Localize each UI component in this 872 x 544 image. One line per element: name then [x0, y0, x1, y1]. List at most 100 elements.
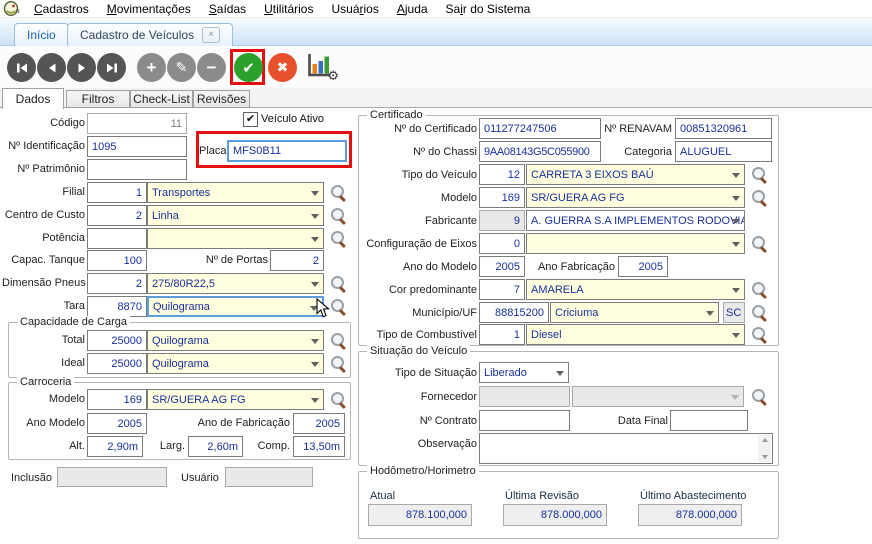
ano-fabricacao-field[interactable]: 2005 — [293, 413, 345, 434]
filial-combo[interactable]: Transportes — [147, 182, 324, 203]
municipio-search-icon[interactable] — [751, 304, 770, 323]
veiculo-ativo-checkbox[interactable]: ✔ — [243, 112, 258, 127]
chevron-down-icon[interactable] — [732, 196, 740, 201]
menu-movimentacoes[interactable]: Movimentações — [98, 1, 200, 17]
chevron-down-icon[interactable] — [311, 282, 319, 287]
ideal-combo[interactable]: Quilograma — [147, 353, 324, 374]
cor-code-field[interactable]: 7 — [479, 279, 525, 300]
menu-cadastros[interactable]: Cadastros — [25, 1, 98, 17]
menu-saidas[interactable]: Saídas — [200, 1, 255, 17]
chevron-down-icon[interactable] — [732, 333, 740, 338]
carroceria-modelo-search-icon[interactable] — [330, 391, 349, 410]
potencia-combo[interactable] — [147, 228, 324, 249]
dimensao-pneus-search-icon[interactable] — [330, 275, 349, 294]
carroceria-modelo-combo[interactable]: SR/GUERA AG FG — [147, 389, 324, 410]
cor-search-icon[interactable] — [751, 281, 770, 300]
total-search-icon[interactable] — [330, 332, 349, 351]
chevron-down-icon[interactable] — [732, 242, 740, 247]
identificacao-field[interactable]: 1095 — [87, 136, 187, 157]
config-eixos-search-icon[interactable] — [751, 235, 770, 254]
potencia-search-icon[interactable] — [330, 230, 349, 249]
centro-custo-combo[interactable]: Linha — [147, 205, 324, 226]
tab-revisoes[interactable]: Revisões — [193, 90, 250, 108]
cert-ano-modelo-field[interactable]: 2005 — [479, 256, 525, 277]
larg-field[interactable]: 2,60m — [188, 436, 243, 457]
tipo-veiculo-search-icon[interactable] — [751, 166, 770, 185]
first-record-button[interactable] — [7, 53, 36, 82]
observacao-scrollbar[interactable] — [758, 435, 771, 462]
cancel-button[interactable]: ✖ — [268, 53, 297, 82]
menu-utilitarios[interactable]: Utilitários — [255, 1, 322, 17]
combustivel-combo[interactable]: Diesel — [526, 324, 745, 345]
municipio-code-field[interactable]: 88815200 — [479, 302, 549, 323]
chevron-down-icon[interactable] — [311, 214, 319, 219]
previous-record-button[interactable] — [37, 53, 66, 82]
scroll-down-icon[interactable] — [762, 455, 768, 459]
report-chart-button[interactable]: ⚙ — [305, 51, 337, 83]
tipo-veiculo-combo[interactable]: CARRETA 3 EIXOS BAÚ — [526, 164, 745, 185]
cert-modelo-search-icon[interactable] — [751, 189, 770, 208]
placa-field[interactable]: MFS0B11 — [227, 140, 347, 162]
portas-field[interactable]: 2 — [270, 250, 324, 271]
chevron-down-icon[interactable] — [556, 371, 564, 376]
scroll-up-icon[interactable] — [762, 438, 768, 442]
observacao-textarea[interactable] — [479, 433, 773, 464]
chevron-down-icon[interactable] — [706, 311, 714, 316]
chevron-down-icon[interactable] — [311, 237, 319, 242]
last-record-button[interactable] — [97, 53, 126, 82]
chevron-down-icon[interactable] — [732, 219, 740, 224]
confirm-button[interactable]: ✔ — [234, 53, 263, 82]
cert-ano-fabricacao-field[interactable]: 2005 — [618, 256, 668, 277]
fabricante-combo[interactable]: A. GUERRA S.A IMPLEMENTOS RODOVIA — [526, 210, 745, 231]
chevron-down-icon[interactable] — [732, 288, 740, 293]
ideal-code-field[interactable]: 25000 — [87, 353, 147, 374]
comp-field[interactable]: 13,50m — [293, 436, 345, 457]
tab-dados[interactable]: Dados — [2, 88, 64, 109]
municipio-combo[interactable]: Criciuma — [550, 302, 719, 323]
tipo-situacao-combo[interactable]: Liberado — [479, 362, 569, 383]
centro-custo-search-icon[interactable] — [330, 207, 349, 226]
potencia-code-field[interactable] — [87, 228, 147, 249]
chevron-down-icon[interactable] — [311, 339, 319, 344]
tab-filtros[interactable]: Filtros — [66, 90, 130, 108]
menu-sair[interactable]: Sair do Sistema — [437, 1, 540, 17]
tab-close-icon[interactable]: × — [202, 27, 220, 43]
filial-code-field[interactable]: 1 — [87, 182, 147, 203]
centro-custo-code-field[interactable]: 2 — [87, 205, 147, 226]
ano-modelo-field[interactable]: 2005 — [87, 413, 147, 434]
total-code-field[interactable]: 25000 — [87, 330, 147, 351]
menu-usuarios[interactable]: Usuários — [322, 1, 387, 17]
chevron-down-icon[interactable] — [311, 398, 319, 403]
chevron-down-icon[interactable] — [311, 362, 319, 367]
dimensao-pneus-combo[interactable]: 275/80R22,5 — [147, 273, 324, 294]
patrimonio-field[interactable] — [87, 159, 187, 180]
tab-cadastro-veiculos[interactable]: Cadastro de Veículos × — [67, 23, 233, 46]
combustivel-code-field[interactable]: 1 — [479, 324, 525, 345]
carroceria-modelo-code-field[interactable]: 169 — [87, 389, 147, 410]
combustivel-search-icon[interactable] — [751, 326, 770, 345]
config-eixos-combo[interactable] — [526, 233, 745, 254]
tab-checklist[interactable]: Check-List — [130, 90, 193, 108]
cert-modelo-combo[interactable]: SR/GUERA AG FG — [526, 187, 745, 208]
delete-record-button[interactable]: − — [197, 53, 226, 82]
alt-field[interactable]: 2,90m — [87, 436, 143, 457]
ideal-search-icon[interactable] — [330, 355, 349, 374]
tab-inicio[interactable]: Início — [14, 23, 69, 46]
edit-record-button[interactable]: ✎ — [167, 53, 196, 82]
categoria-field[interactable]: ALUGUEL — [675, 141, 772, 162]
menu-ajuda[interactable]: Ajuda — [388, 1, 437, 17]
contrato-field[interactable] — [479, 410, 570, 431]
data-final-field[interactable] — [670, 410, 748, 431]
total-combo[interactable]: Quilograma — [147, 330, 324, 351]
dimensao-pneus-code-field[interactable]: 2 — [87, 273, 147, 294]
chevron-down-icon[interactable] — [732, 173, 740, 178]
config-eixos-code-field[interactable]: 0 — [479, 233, 525, 254]
add-record-button[interactable]: + — [137, 53, 166, 82]
tara-search-icon[interactable] — [330, 298, 349, 317]
capac-tanque-field[interactable]: 100 — [87, 250, 147, 271]
cert-modelo-code-field[interactable]: 169 — [479, 187, 525, 208]
tara-combo[interactable]: Quilograma — [147, 296, 324, 317]
tipo-veiculo-code-field[interactable]: 12 — [479, 164, 525, 185]
renavam-field[interactable]: 00851320961 — [675, 118, 772, 139]
cor-combo[interactable]: AMARELA — [526, 279, 745, 300]
